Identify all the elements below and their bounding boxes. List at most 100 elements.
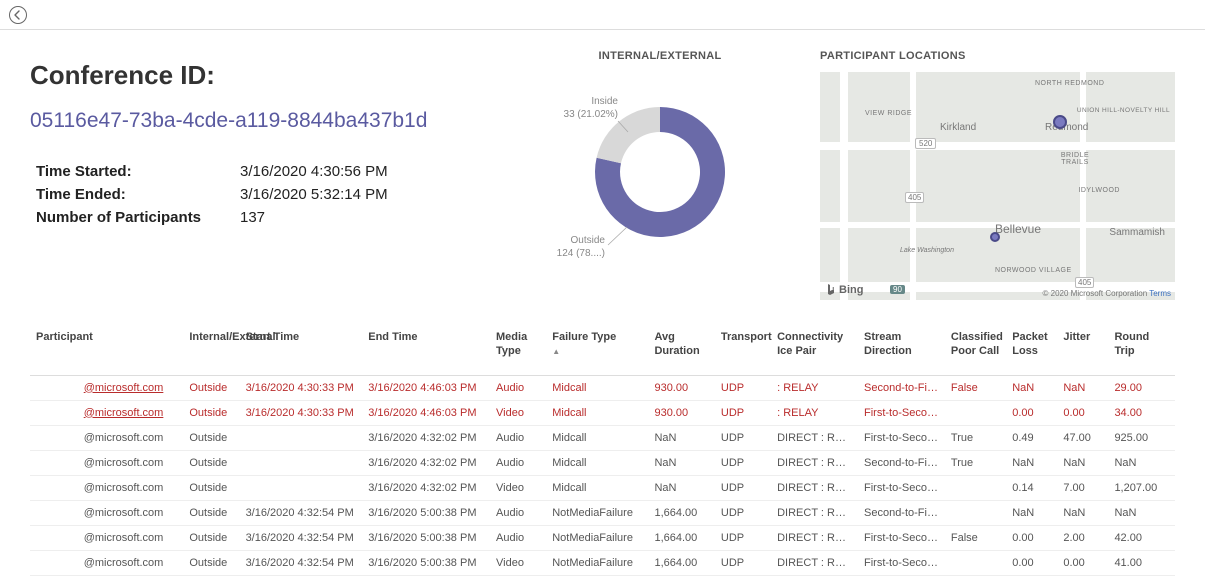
cell-classified: False bbox=[945, 375, 1006, 400]
donut-outside-name: Outside bbox=[571, 235, 605, 246]
table-row[interactable]: @microsoft.comOutside3/16/2020 4:32:54 P… bbox=[30, 550, 1175, 575]
col-media-type[interactable]: Media Type bbox=[490, 325, 546, 375]
map[interactable]: Kirkland Redmond Bellevue Sammamish VIEW… bbox=[820, 72, 1175, 300]
cell-transport: UDP bbox=[715, 525, 771, 550]
cell-end: 3/16/2020 5:00:38 PM bbox=[362, 500, 490, 525]
cell-classified: True bbox=[945, 450, 1006, 475]
table-row[interactable]: @microsoft.comOutside3/16/2020 4:32:02 P… bbox=[30, 475, 1175, 500]
map-pin bbox=[1053, 115, 1067, 129]
map-union-hill: UNION HILL-NOVELTY HILL bbox=[1077, 107, 1170, 114]
map-hwy-90: 90 bbox=[890, 285, 905, 294]
donut-outside-value: 124 (78....) bbox=[557, 248, 605, 259]
cell-int_ext: Outside bbox=[183, 525, 239, 550]
cell-avg_dur: 1,664.00 bbox=[648, 500, 714, 525]
time-ended-value: 3/16/2020 5:32:14 PM bbox=[240, 186, 388, 203]
cell-media: Audio bbox=[490, 375, 546, 400]
cell-rtt: 1,207.00 bbox=[1108, 475, 1175, 500]
cell-int_ext: Outside bbox=[183, 475, 239, 500]
cell-jitter: NaN bbox=[1057, 500, 1108, 525]
cell-end: 3/16/2020 4:32:02 PM bbox=[362, 475, 490, 500]
col-connectivity-ice-pair[interactable]: Connectivity Ice Pair bbox=[771, 325, 858, 375]
col-participant[interactable]: Participant bbox=[30, 325, 183, 375]
cell-transport: UDP bbox=[715, 400, 771, 425]
sort-asc-icon: ▲ bbox=[552, 347, 642, 357]
cell-stream: Second-to-First bbox=[858, 375, 945, 400]
cell-transport: UDP bbox=[715, 475, 771, 500]
conference-id-label: Conference ID: bbox=[30, 60, 500, 91]
cell-participant: @microsoft.com bbox=[30, 375, 183, 400]
table-row[interactable]: @microsoft.comOutside3/16/2020 4:30:33 P… bbox=[30, 400, 1175, 425]
cell-packet: NaN bbox=[1006, 500, 1057, 525]
internal-external-panel: INTERNAL/EXTERNAL Inside 33 (21.02%) bbox=[530, 50, 790, 300]
participants-value: 137 bbox=[240, 209, 265, 226]
cell-rtt: NaN bbox=[1108, 450, 1175, 475]
cell-participant: @microsoft.com bbox=[30, 525, 183, 550]
col-round-trip[interactable]: Round Trip bbox=[1108, 325, 1175, 375]
map-city-kirkland: Kirkland bbox=[940, 122, 976, 133]
cell-stream: Second-to-First bbox=[858, 500, 945, 525]
table-row[interactable]: @microsoft.comOutside3/16/2020 4:32:02 P… bbox=[30, 450, 1175, 475]
cell-failure: NotMediaFailure bbox=[546, 550, 648, 575]
col-jitter[interactable]: Jitter bbox=[1057, 325, 1108, 375]
cell-end: 3/16/2020 4:32:02 PM bbox=[362, 450, 490, 475]
table-row[interactable]: @microsoft.comOutside3/16/2020 4:32:54 P… bbox=[30, 500, 1175, 525]
time-started-value: 3/16/2020 4:30:56 PM bbox=[240, 163, 388, 180]
cell-jitter: 47.00 bbox=[1057, 425, 1108, 450]
cell-rtt: 42.00 bbox=[1108, 525, 1175, 550]
table-header-row: Participant Internal/External Start Time… bbox=[30, 325, 1175, 375]
cell-int_ext: Outside bbox=[183, 375, 239, 400]
map-norwood: NORWOOD VILLAGE bbox=[995, 267, 1072, 274]
col-transport[interactable]: Transport bbox=[715, 325, 771, 375]
cell-packet: NaN bbox=[1006, 450, 1057, 475]
cell-stream: First-to-Second bbox=[858, 475, 945, 500]
col-internal-external[interactable]: Internal/External bbox=[183, 325, 239, 375]
internal-external-title: INTERNAL/EXTERNAL bbox=[530, 50, 790, 62]
col-failure-type[interactable]: Failure Type ▲ bbox=[546, 325, 648, 375]
cell-int_ext: Outside bbox=[183, 450, 239, 475]
cell-packet: 0.00 bbox=[1006, 550, 1057, 575]
cell-media: Audio bbox=[490, 525, 546, 550]
cell-int_ext: Outside bbox=[183, 425, 239, 450]
cell-conn: DIRECT : RELAY bbox=[771, 550, 858, 575]
cell-rtt: 41.00 bbox=[1108, 550, 1175, 575]
cell-packet: 0.00 bbox=[1006, 400, 1057, 425]
cell-conn: DIRECT : RELAY bbox=[771, 425, 858, 450]
cell-transport: UDP bbox=[715, 500, 771, 525]
cell-int_ext: Outside bbox=[183, 550, 239, 575]
cell-media: Audio bbox=[490, 450, 546, 475]
map-city-viewridge: VIEW RIDGE bbox=[865, 110, 912, 117]
cell-end: 3/16/2020 5:00:38 PM bbox=[362, 550, 490, 575]
cell-failure: Midcall bbox=[546, 450, 648, 475]
map-terms-link[interactable]: Terms bbox=[1149, 289, 1171, 298]
participants-label: Number of Participants bbox=[30, 209, 240, 226]
col-end-time[interactable]: End Time bbox=[362, 325, 490, 375]
col-avg-duration[interactable]: Avg Duration bbox=[648, 325, 714, 375]
cell-avg_dur: 930.00 bbox=[648, 375, 714, 400]
summary-panel: Conference ID: 05116e47-73ba-4cde-a119-8… bbox=[30, 50, 500, 300]
cell-start bbox=[240, 425, 363, 450]
table-row[interactable]: @microsoft.comOutside3/16/2020 4:32:02 P… bbox=[30, 425, 1175, 450]
col-stream-direction[interactable]: Stream Direction bbox=[858, 325, 945, 375]
cell-stream: First-to-Second bbox=[858, 400, 945, 425]
col-classified-poor-call[interactable]: Classified Poor Call bbox=[945, 325, 1006, 375]
cell-classified bbox=[945, 550, 1006, 575]
participants-table: Participant Internal/External Start Time… bbox=[30, 325, 1175, 576]
cell-avg_dur: NaN bbox=[648, 425, 714, 450]
col-start-time[interactable]: Start Time bbox=[240, 325, 363, 375]
cell-failure: NotMediaFailure bbox=[546, 500, 648, 525]
cell-failure: Midcall bbox=[546, 375, 648, 400]
cell-int_ext: Outside bbox=[183, 400, 239, 425]
table-row[interactable]: @microsoft.comOutside3/16/2020 4:32:54 P… bbox=[30, 525, 1175, 550]
cell-jitter: 0.00 bbox=[1057, 400, 1108, 425]
map-city-sammamish: Sammamish bbox=[1109, 227, 1165, 238]
cell-transport: UDP bbox=[715, 425, 771, 450]
col-packet-loss[interactable]: Packet Loss bbox=[1006, 325, 1057, 375]
cell-participant: @microsoft.com bbox=[30, 400, 183, 425]
cell-end: 3/16/2020 5:00:38 PM bbox=[362, 525, 490, 550]
cell-jitter: NaN bbox=[1057, 375, 1108, 400]
cell-classified: False bbox=[945, 525, 1006, 550]
back-icon[interactable] bbox=[8, 5, 28, 25]
table-row[interactable]: @microsoft.comOutside3/16/2020 4:30:33 P… bbox=[30, 375, 1175, 400]
cell-participant: @microsoft.com bbox=[30, 500, 183, 525]
donut-chart[interactable]: Inside 33 (21.02%) Outside 124 (78.... bbox=[580, 77, 740, 270]
